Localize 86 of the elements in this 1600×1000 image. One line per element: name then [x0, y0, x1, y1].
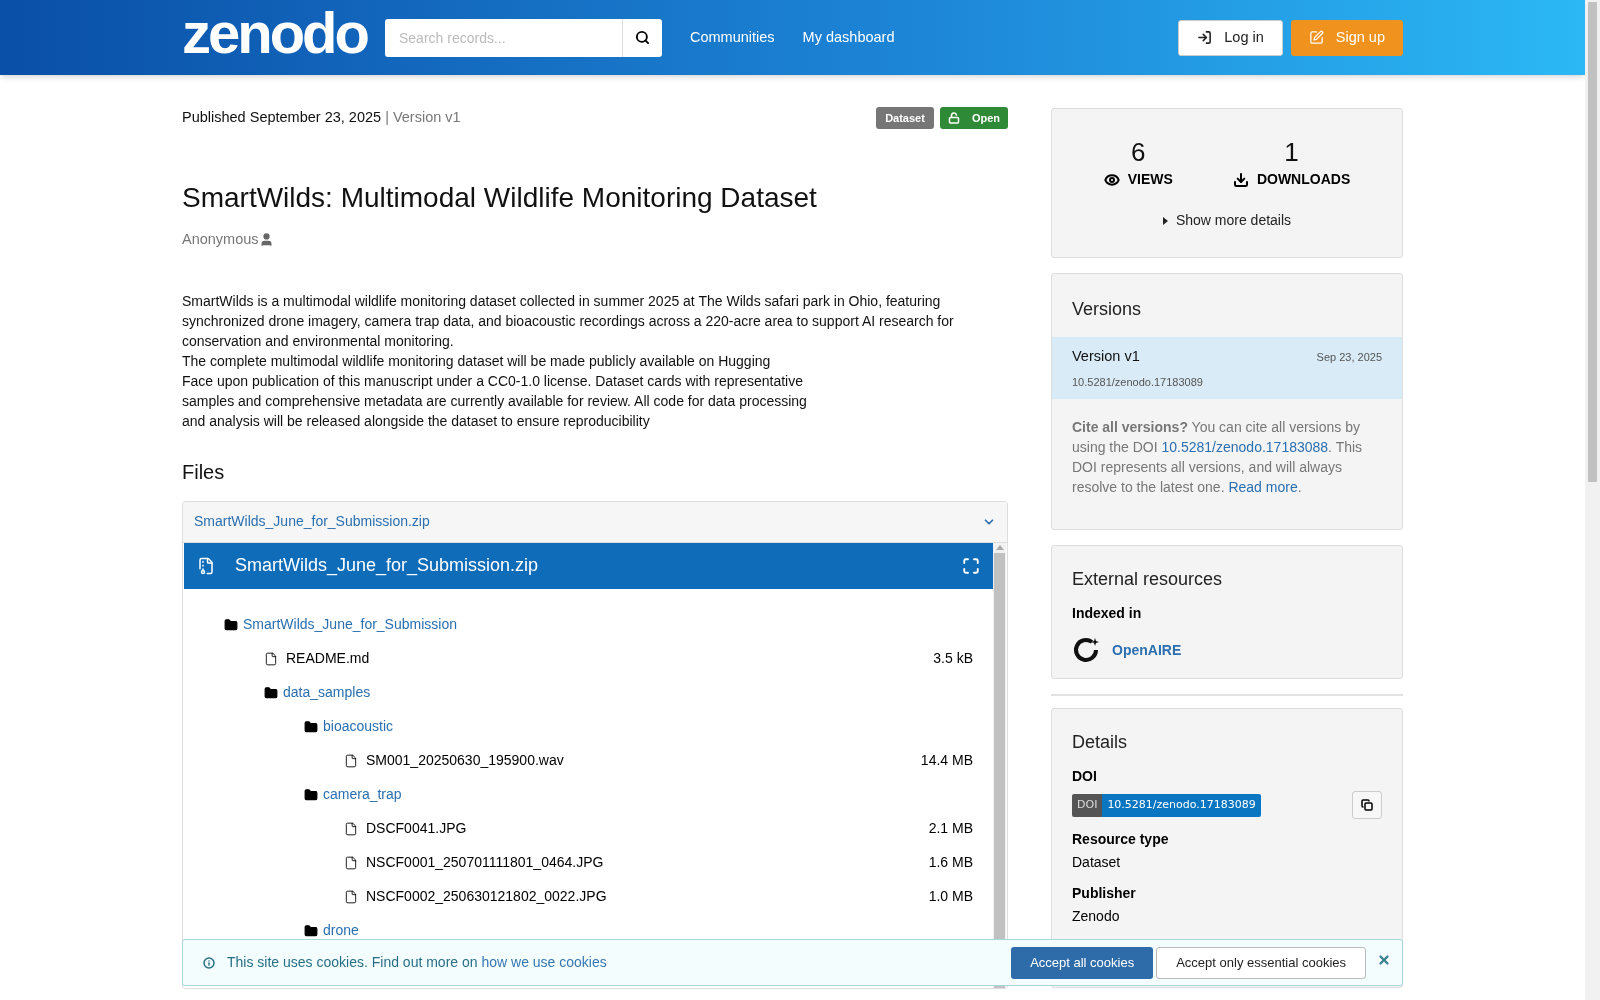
file-size: 3.5 kB — [933, 649, 973, 669]
resource-type-badge: Dataset — [876, 106, 934, 130]
downloads-label: DOWNLOADS — [1256, 170, 1351, 189]
resource-type-value: Dataset — [1072, 853, 1122, 873]
archive-file-icon — [197, 556, 215, 575]
details-heading: Details — [1072, 731, 1129, 755]
search-button[interactable] — [622, 18, 662, 57]
description-text: The complete multimodal wildlife monitoring dataset will be made publicly available on Hugging — [182, 351, 772, 371]
cite-all-versions-text: Cite all versions? You can cite all versions by using the DOI 10.5281/zenodo.17183088. This DOI represents all versions, and will always resolve to the latest one. Read more. — [1071, 418, 1364, 498]
file-icon — [344, 753, 358, 768]
read-more-link[interactable]: Read more — [1228, 479, 1298, 496]
cookie-notice-text: This site uses cookies. Find out more on how we use cookies — [227, 953, 607, 972]
folder-icon — [304, 923, 318, 938]
file-name: DSCF0041.JPG — [366, 819, 467, 839]
login-icon — [1197, 30, 1213, 45]
file-icon — [344, 855, 358, 870]
downloads-count: 1 — [1284, 139, 1299, 165]
file-icon — [344, 889, 358, 904]
eye-icon — [1103, 171, 1120, 188]
folder-link[interactable]: drone — [323, 920, 359, 942]
file-accordion-header[interactable]: SmartWilds_June_for_Submission.zip — [183, 501, 1007, 543]
version-date: Sep 23, 2025 — [1316, 349, 1382, 365]
folder-icon — [304, 719, 318, 734]
unlock-icon — [947, 112, 960, 124]
folder-icon — [224, 617, 238, 632]
edit-icon — [1308, 30, 1324, 45]
external-resources-heading: External resources — [1072, 568, 1224, 592]
nav-link[interactable]: My dashboard — [802, 26, 895, 49]
file-size: 14.4 MB — [920, 751, 973, 771]
copy-button[interactable] — [1352, 791, 1382, 820]
accordion-title: SmartWilds_June_for_Submission.zip — [194, 512, 430, 532]
accept-all-cookies-button[interactable]: Accept all cookies — [1011, 946, 1154, 979]
folder-link[interactable]: bioacoustic — [323, 716, 394, 738]
publisher-label: Publisher — [1072, 884, 1137, 904]
nav-link[interactable]: Communities — [690, 26, 775, 49]
file-size: 1.6 MB — [928, 853, 973, 873]
folder-link[interactable]: SmartWilds_June_for_Submission — [243, 614, 457, 636]
version-name: Version v1 — [1072, 347, 1140, 366]
views-label: VIEWS — [1127, 170, 1173, 189]
user-icon — [258, 232, 274, 248]
logo[interactable]: zenodo — [182, 3, 382, 62]
file-icon — [264, 651, 278, 666]
cookie-policy-link[interactable]: how we use cookies — [481, 954, 607, 970]
search-icon — [635, 30, 650, 45]
folder-icon — [264, 685, 278, 700]
accept-essential-cookies-button[interactable]: Accept only essential cookies — [1156, 946, 1366, 979]
publisher-value: Zenodo — [1072, 907, 1121, 927]
access-badge: Open — [939, 106, 1008, 130]
indexed-in-label: Indexed in — [1072, 604, 1143, 624]
file-size: 2.1 MB — [928, 819, 973, 839]
doi-label: DOI — [1072, 767, 1098, 787]
download-icon — [1232, 171, 1249, 188]
description-text: Face upon publication of this manuscript under a CC0-1.0 license. Dataset cards with representative — [182, 371, 804, 391]
description-text: SmartWilds is a multimodal wildlife monitoring dataset collected in summer 2025 at The Wilds safari park in Ohio, featuring synchronized drone imagery, camera trap data, and bioacoustic recordings across a 220-acre area to support AI research for conservation and environmental monitoring. — [182, 291, 955, 351]
folder-link[interactable]: camera_trap — [323, 784, 402, 806]
preview-title: SmartWilds_June_for_Submission.zip — [235, 554, 539, 578]
folder-icon — [304, 787, 318, 802]
version-label: | Version v1 — [385, 108, 461, 128]
caret-right-icon — [1162, 216, 1168, 225]
login-button[interactable]: Log in — [1178, 19, 1283, 56]
copy-icon — [1361, 799, 1373, 812]
search-field[interactable]: Search records... — [385, 18, 625, 57]
views-count: 6 — [1131, 139, 1146, 165]
version-item[interactable]: Version v1 Sep 23, 2025 10.5281/zenodo.17183089 — [1052, 337, 1402, 400]
fullscreen-icon[interactable] — [962, 556, 980, 575]
file-name: NSCF0002_250630121802_0022.JPG — [366, 887, 607, 907]
file-name: NSCF0001_250701111801_0464.JPG — [366, 853, 604, 873]
description-text: and analysis will be released alongside the dataset to ensure reproducibility — [182, 411, 651, 431]
creator-name: Anonymous — [182, 230, 259, 249]
resource-type-label: Resource type — [1072, 830, 1170, 850]
file-icon — [344, 821, 358, 836]
show-more-toggle[interactable]: Show more details — [1162, 210, 1292, 231]
record-title: SmartWilds: Multimodal Wildlife Monitoring Dataset — [182, 181, 818, 215]
file-size: 1.0 MB — [928, 887, 973, 907]
version-doi: 10.5281/zenodo.17183089 — [1072, 374, 1204, 390]
info-icon — [203, 955, 215, 970]
published-date: Published September 23, 2025 — [182, 108, 382, 128]
close-icon — [1377, 952, 1391, 967]
folder-link[interactable]: data_samples — [283, 682, 371, 704]
file-name: README.md — [286, 649, 370, 669]
versions-heading: Versions — [1071, 298, 1143, 321]
files-heading: Files — [182, 459, 226, 485]
openaire-logo-icon — [1072, 636, 1100, 665]
file-name: SM001_20250630_195900.wav — [366, 751, 564, 771]
description-text: samples and comprehensive metadata are currently available for review. All code for data processing — [182, 391, 808, 411]
openaire-link[interactable]: OpenAIRE — [1112, 639, 1182, 661]
